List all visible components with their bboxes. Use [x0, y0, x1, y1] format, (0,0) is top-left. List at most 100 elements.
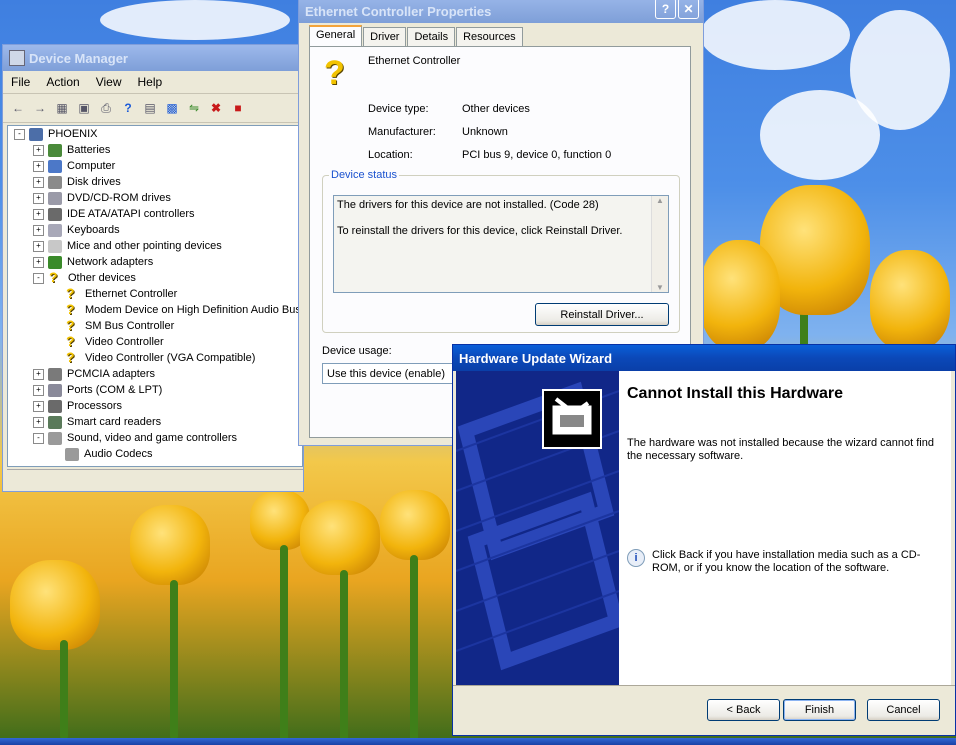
wizard-content: Cannot Install this Hardware The hardwar…	[619, 371, 951, 685]
expand-icon[interactable]: +	[33, 208, 44, 220]
print-icon[interactable]: ⎙	[97, 99, 115, 117]
tree-node[interactable]: + Batteries	[8, 142, 302, 158]
tree-node[interactable]: + PCMCIA adapters	[8, 366, 302, 382]
tulip-stem	[340, 570, 348, 745]
expand-icon[interactable]: +	[33, 256, 44, 268]
device-manager-window: Device Manager File Action View Help ← →…	[2, 44, 304, 492]
tab-driver[interactable]: Driver	[363, 27, 407, 46]
tab-general[interactable]: General	[309, 25, 363, 46]
expand-icon[interactable]: +	[33, 368, 44, 380]
hardware-icon	[542, 389, 602, 449]
manufacturer-label: Manufacturer:	[368, 126, 436, 138]
scroll-down-icon[interactable]: ▼	[652, 283, 668, 292]
show-hide-tree-icon[interactable]: ▦	[53, 99, 71, 117]
back-button[interactable]: < Back	[707, 699, 780, 721]
tree-node-label: Modem Device on High Definition Audio Bu…	[85, 304, 301, 316]
tree-node[interactable]: ? Video Controller (VGA Compatible)	[8, 348, 302, 366]
expand-icon[interactable]: +	[33, 240, 44, 252]
expand-icon[interactable]: +	[33, 192, 44, 204]
tree-node[interactable]: + Ports (COM & LPT)	[8, 382, 302, 398]
ide-controller-icon	[48, 207, 62, 221]
tulip	[380, 490, 450, 560]
tree-node[interactable]: + DVD/CD-ROM drives	[8, 190, 302, 206]
forward-icon[interactable]: →	[31, 99, 49, 117]
expand-icon[interactable]: +	[33, 176, 44, 188]
tree-node[interactable]: - PHOENIX	[8, 126, 302, 142]
warning-icon: ?	[324, 54, 345, 92]
menu-action[interactable]: Action	[38, 75, 87, 89]
menu-help[interactable]: Help	[130, 75, 171, 89]
taskbar[interactable]	[0, 738, 956, 745]
tree-node[interactable]: ? SM Bus Controller	[8, 317, 302, 334]
properties-titlebar[interactable]: Ethernet Controller Properties ? ✕	[299, 0, 703, 23]
expand-icon[interactable]: +	[33, 144, 44, 156]
tree-node-label: IDE ATA/ATAPI controllers	[67, 208, 195, 220]
warning-icon: ?	[48, 269, 63, 286]
reinstall-driver-button[interactable]: Reinstall Driver...	[535, 303, 669, 326]
menu-view[interactable]: View	[88, 75, 130, 89]
menu-file[interactable]: File	[3, 75, 38, 89]
properties-icon[interactable]: ▣	[75, 99, 93, 117]
warning-icon: ?	[65, 284, 80, 302]
expand-icon[interactable]: +	[33, 384, 44, 396]
disable-icon[interactable]: ■	[229, 99, 247, 117]
expand-icon[interactable]: +	[33, 400, 44, 412]
computer-icon[interactable]: ▩	[163, 99, 181, 117]
warning-glyph: ?	[66, 300, 75, 317]
sound-icon	[48, 431, 62, 445]
collapse-icon[interactable]: -	[33, 432, 44, 444]
tree-node-label: Smart card readers	[67, 416, 162, 428]
tree-node[interactable]: + Keyboards	[8, 222, 302, 238]
device-name: Ethernet Controller	[368, 55, 461, 67]
status-scrollbar[interactable]: ▲ ▼	[651, 196, 668, 292]
tree-node[interactable]: -? Other devices	[8, 269, 302, 286]
keyboard-icon	[48, 223, 62, 237]
view-icon[interactable]: ▤	[141, 99, 159, 117]
tree-node[interactable]: + Disk drives	[8, 174, 302, 190]
tulip-stem	[280, 545, 288, 745]
collapse-icon[interactable]: -	[33, 272, 44, 284]
help-button[interactable]: ?	[655, 0, 676, 19]
expand-icon[interactable]: +	[33, 416, 44, 428]
warning-glyph: ?	[66, 332, 75, 349]
scan-hardware-icon[interactable]: ⇋	[185, 99, 203, 117]
tree-node-label: Sound, video and game controllers	[67, 432, 237, 444]
tab-resources[interactable]: Resources	[456, 27, 523, 46]
finish-button[interactable]: Finish	[783, 699, 856, 721]
warning-glyph: ?	[66, 284, 75, 301]
device-manager-titlebar[interactable]: Device Manager	[3, 45, 303, 71]
collapse-icon[interactable]: -	[14, 128, 25, 140]
expand-icon[interactable]: +	[33, 160, 44, 172]
tree-node-label: Network adapters	[67, 256, 154, 268]
tulip	[10, 560, 100, 650]
device-status-text[interactable]: The drivers for this device are not inst…	[333, 195, 669, 293]
audio-codec-icon	[65, 447, 79, 461]
scroll-up-icon[interactable]: ▲	[652, 196, 668, 205]
close-button[interactable]: ✕	[678, 0, 699, 19]
back-icon[interactable]: ←	[9, 99, 27, 117]
device-tree[interactable]: - PHOENIX + Batteries + Computer + Disk drives +…	[7, 125, 303, 467]
wizard-title: Hardware Update Wizard	[459, 350, 613, 366]
tree-node[interactable]: + Mice and other pointing devices	[8, 238, 302, 254]
uninstall-icon[interactable]: ✖	[207, 99, 225, 117]
expand-icon[interactable]: +	[33, 224, 44, 236]
tree-node[interactable]: ? Modem Device on High Definition Audio B…	[8, 300, 302, 318]
tree-node[interactable]: Audio Codecs	[8, 446, 302, 462]
tree-node[interactable]: ? Video Controller	[8, 332, 302, 350]
tree-node[interactable]: ? Ethernet Controller	[8, 284, 302, 302]
properties-tabs: General Driver Details Resources	[309, 25, 524, 46]
warning-glyph: ?	[66, 348, 75, 365]
tree-node[interactable]: + Smart card readers	[8, 414, 302, 430]
wizard-titlebar[interactable]: Hardware Update Wizard	[453, 345, 955, 371]
tree-node[interactable]: + Computer	[8, 158, 302, 174]
cancel-button[interactable]: Cancel	[867, 699, 940, 721]
device-manager-statusbar	[7, 469, 303, 488]
processor-icon	[48, 399, 62, 413]
tree-node[interactable]: + IDE ATA/ATAPI controllers	[8, 206, 302, 222]
tree-node[interactable]: + Processors	[8, 398, 302, 414]
help-icon[interactable]: ?	[119, 99, 137, 117]
tab-details[interactable]: Details	[407, 27, 456, 46]
tree-node[interactable]: - Sound, video and game controllers	[8, 430, 302, 446]
tulip	[700, 240, 780, 350]
device-type-value: Other devices	[462, 103, 530, 115]
